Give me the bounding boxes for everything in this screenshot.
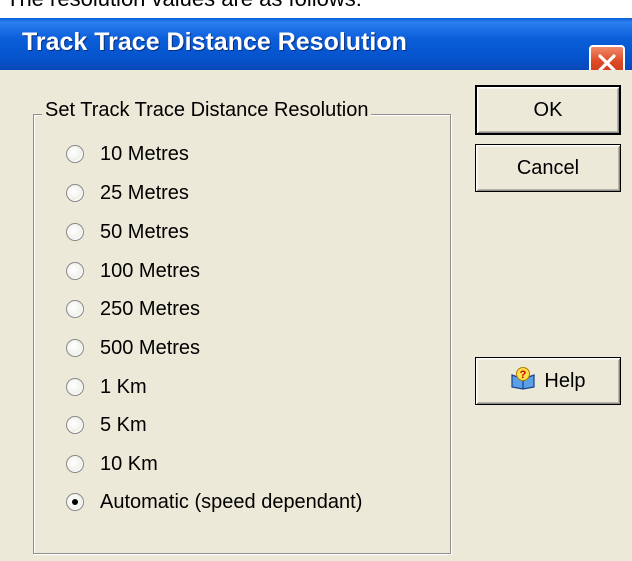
radio-button[interactable]	[66, 455, 84, 473]
radio-option-1-km[interactable]: 1 Km	[66, 373, 147, 401]
background-document: The resolution values are as follows:	[0, 0, 632, 18]
radio-option-25-metres[interactable]: 25 Metres	[66, 179, 189, 207]
radio-option-10-metres[interactable]: 10 Metres	[66, 140, 189, 168]
radio-label: 25 Metres	[100, 181, 189, 204]
radio-button[interactable]	[66, 262, 84, 280]
help-button-label: Help	[544, 369, 586, 392]
dialog-title: Track Trace Distance Resolution	[22, 28, 407, 56]
radio-button[interactable]	[66, 378, 84, 396]
radio-button-selected[interactable]	[66, 493, 84, 511]
radio-button[interactable]	[66, 339, 84, 357]
radio-button[interactable]	[66, 145, 84, 163]
help-button[interactable]: ? Help	[475, 357, 621, 405]
cancel-button-label: Cancel	[516, 156, 580, 179]
radio-option-500-metres[interactable]: 500 Metres	[66, 334, 200, 362]
radio-button[interactable]	[66, 416, 84, 434]
ok-button[interactable]: OK	[475, 85, 621, 135]
radio-option-10-km[interactable]: 10 Km	[66, 450, 158, 478]
radio-label: 10 Km	[100, 452, 158, 475]
radio-option-50-metres[interactable]: 50 Metres	[66, 218, 189, 246]
ok-button-label: OK	[533, 98, 563, 121]
radio-label: 1 Km	[100, 375, 147, 398]
radio-label: 50 Metres	[100, 220, 189, 243]
radio-button[interactable]	[66, 223, 84, 241]
radio-option-250-metres[interactable]: 250 Metres	[66, 295, 200, 323]
radio-button[interactable]	[66, 184, 84, 202]
radio-option-automatic[interactable]: Automatic (speed dependant)	[66, 488, 362, 516]
help-book-icon: ?	[510, 366, 536, 396]
dialog-titlebar[interactable]: Track Trace Distance Resolution	[0, 18, 632, 81]
cancel-button[interactable]: Cancel	[475, 144, 621, 192]
radio-label: 100 Metres	[100, 259, 201, 282]
svg-text:?: ?	[520, 369, 527, 381]
radio-option-100-metres[interactable]: 100 Metres	[66, 257, 200, 285]
background-text: The resolution values are as follows:	[6, 0, 362, 12]
radio-label: 500 Metres	[100, 336, 201, 359]
radio-button[interactable]	[66, 300, 84, 318]
groupbox-label: Set Track Trace Distance Resolution	[42, 99, 372, 122]
radio-label: Automatic (speed dependant)	[100, 490, 363, 513]
dialog-client-area: Set Track Trace Distance Resolution 10 M…	[4, 70, 628, 561]
radio-label: 250 Metres	[100, 297, 201, 320]
radio-label: 5 Km	[100, 413, 147, 436]
radio-label: 10 Metres	[100, 142, 189, 165]
screenshot-frame: The resolution values are as follows: Tr…	[0, 0, 632, 561]
radio-option-5-km[interactable]: 5 Km	[66, 411, 147, 439]
